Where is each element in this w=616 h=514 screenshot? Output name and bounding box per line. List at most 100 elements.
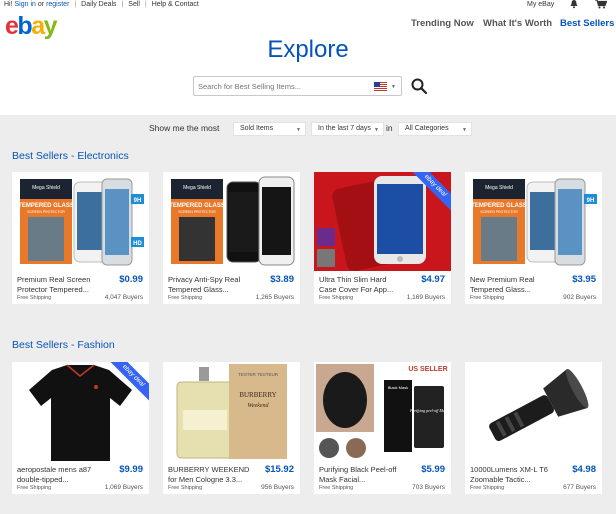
or-text: or (37, 1, 45, 8)
chevron-down-icon: ▼ (462, 127, 467, 133)
product-name[interactable]: Purifying Black Peel-off Mask Facial... (319, 465, 403, 485)
nav-trending-now[interactable]: Trending Now (411, 18, 474, 29)
product-price: $9.99 (119, 464, 143, 475)
section-title-fashion[interactable]: Best Sellers - Fashion (12, 339, 115, 351)
sell-link[interactable]: Sell (128, 1, 140, 8)
product-card[interactable]: US SELLER Black Mask Purifying peel-off … (314, 362, 451, 494)
product-image[interactable] (465, 362, 602, 461)
glass-brand-text: Mega Shield (32, 185, 60, 191)
divider: | (144, 1, 147, 8)
period-select-value: In the last 7 days (318, 125, 371, 132)
product-shipping: Free Shipping (168, 485, 203, 491)
product-buyers: 4,047 Buyers (104, 294, 143, 301)
product-image[interactable]: ebay deal (12, 362, 149, 461)
search-icon[interactable] (410, 77, 428, 95)
us-seller-text: US SELLER (408, 366, 447, 373)
product-card[interactable]: TESTER TESTEUR BURBERRY Weekend BURBERRY… (163, 362, 300, 494)
divider: | (121, 1, 124, 8)
product-image[interactable]: Mega Shield TEMPERED GLASS SCREEN PROTEC… (465, 172, 602, 271)
divider: | (74, 1, 77, 8)
product-buyers: 677 Buyers (563, 484, 596, 491)
product-shipping: Free Shipping (470, 485, 505, 491)
chevron-down-icon: ▼ (374, 127, 379, 133)
help-contact-link[interactable]: Help & Contact (152, 1, 199, 8)
product-name[interactable]: Privacy Anti-Spy Real Tempered Glass... (168, 275, 252, 295)
chevron-down-icon[interactable]: ▼ (391, 84, 396, 90)
product-name[interactable]: Premium Real Screen Protector Tempered..… (17, 275, 101, 295)
product-buyers: 902 Buyers (563, 294, 596, 301)
product-image[interactable]: TESTER TESTEUR BURBERRY Weekend (163, 362, 300, 461)
product-shipping: Free Shipping (168, 295, 203, 301)
glass-sub-text: SCREEN PROTECTOR (480, 210, 518, 214)
product-price: $15.92 (264, 464, 294, 475)
product-buyers: 1,169 Buyers (406, 294, 445, 301)
chevron-down-icon: ▼ (296, 127, 301, 133)
product-price: $5.99 (421, 464, 445, 475)
product-card[interactable]: Mega Shield TEMPERED GLASS SCREEN PROTEC… (465, 172, 602, 304)
category-select[interactable]: All Categories ▼ (398, 122, 472, 136)
utility-bar: Hi! Sign in or register | Daily Deals | … (0, 0, 616, 10)
category-select-value: All Categories (405, 125, 449, 132)
sort-select[interactable]: Sold Items ▼ (233, 122, 306, 136)
glass-brand-text: Mega Shield (183, 185, 211, 191)
daily-deals-link[interactable]: Daily Deals (81, 1, 116, 8)
product-card[interactable]: Mega Shield TEMPERED GLASS SCREEN PROTEC… (163, 172, 300, 304)
search-input[interactable] (198, 79, 358, 93)
product-buyers: 956 Buyers (261, 484, 294, 491)
product-shipping: Free Shipping (17, 295, 52, 301)
product-shipping: Free Shipping (319, 295, 354, 301)
glass-title-text: TEMPERED GLASS (471, 203, 527, 209)
product-image[interactable]: Mega Shield TEMPERED GLASS SCREEN PROTEC… (163, 172, 300, 271)
bell-icon[interactable] (569, 0, 579, 9)
filter-bar: Show me the most Sold Items ▼ In the las… (0, 121, 616, 137)
mask-tube-title: Black Mask (388, 385, 408, 390)
product-price: $4.97 (421, 274, 445, 285)
product-shipping: Free Shipping (470, 295, 505, 301)
product-name[interactable]: New Premium Real Tempered Glass... (470, 275, 554, 295)
product-buyers: 703 Buyers (412, 484, 445, 491)
my-ebay-link[interactable]: My eBay (527, 1, 554, 8)
product-name[interactable]: aeropostale mens a87 double-tipped... (17, 465, 101, 485)
glass-9h-text: 9H (134, 198, 142, 204)
product-shipping: Free Shipping (319, 485, 354, 491)
product-name[interactable]: Ultra Thin Slim Hard Case Cover For App.… (319, 275, 403, 295)
utility-links: Hi! Sign in or register | Daily Deals | … (4, 1, 199, 8)
product-image[interactable]: ebay deal (314, 172, 451, 271)
glass-9h-text: 9H (587, 198, 595, 204)
product-card[interactable]: ebay deal Ultra Thin Slim Hard Case Cove… (314, 172, 451, 304)
glass-title-text: TEMPERED GLASS (169, 203, 225, 209)
register-link[interactable]: register (46, 1, 69, 8)
product-price: $3.95 (572, 274, 596, 285)
product-image[interactable]: Mega Shield TEMPERED GLASS SCREEN PROTEC… (12, 172, 149, 271)
product-name[interactable]: BURBERRY WEEKEND for Men Cologne 3.3... (168, 465, 252, 485)
us-flag-icon[interactable] (374, 82, 387, 91)
section-title-electronics[interactable]: Best Sellers - Electronics (12, 150, 129, 162)
glass-brand-text: Mega Shield (485, 185, 513, 191)
product-name[interactable]: 10000Lumens XM-L T6 Zoomable Tactic... (470, 465, 554, 485)
sort-select-value: Sold Items (240, 125, 274, 132)
perfume-sub-text: Weekend (247, 403, 269, 409)
product-price: $0.99 (119, 274, 143, 285)
product-buyers: 1,069 Buyers (104, 484, 143, 491)
search-box[interactable]: ▼ (193, 76, 402, 96)
mask-tube-text: Purifying peel-off Mask (409, 408, 448, 413)
sign-in-link[interactable]: Sign in (15, 1, 36, 8)
product-image[interactable]: US SELLER Black Mask Purifying peel-off … (314, 362, 451, 461)
period-select[interactable]: In the last 7 days ▼ (311, 122, 384, 136)
product-card[interactable]: Mega Shield TEMPERED GLASS SCREEN PROTEC… (12, 172, 149, 304)
product-price: $4.98 (572, 464, 596, 475)
product-card[interactable]: ebay deal aeropostale mens a87 double-ti… (12, 362, 149, 494)
product-card[interactable]: 10000Lumens XM-L T6 Zoomable Tactic... $… (465, 362, 602, 494)
filter-in-label: in (386, 123, 393, 133)
product-price: $3.89 (270, 274, 294, 285)
greeting-text: Hi! (4, 1, 13, 8)
product-buyers: 1,265 Buyers (255, 294, 294, 301)
cart-icon[interactable] (595, 0, 607, 9)
glass-sub-text: SCREEN PROTECTOR (178, 210, 216, 214)
product-shipping: Free Shipping (17, 485, 52, 491)
nav-best-sellers[interactable]: Best Sellers (560, 18, 614, 29)
perfume-brand-text: BURBERRY (239, 391, 276, 399)
glass-title-text: TEMPERED GLASS (18, 203, 74, 209)
nav-what-its-worth[interactable]: What It's Worth (483, 18, 552, 29)
glass-sub-text: SCREEN PROTECTOR (27, 210, 65, 214)
